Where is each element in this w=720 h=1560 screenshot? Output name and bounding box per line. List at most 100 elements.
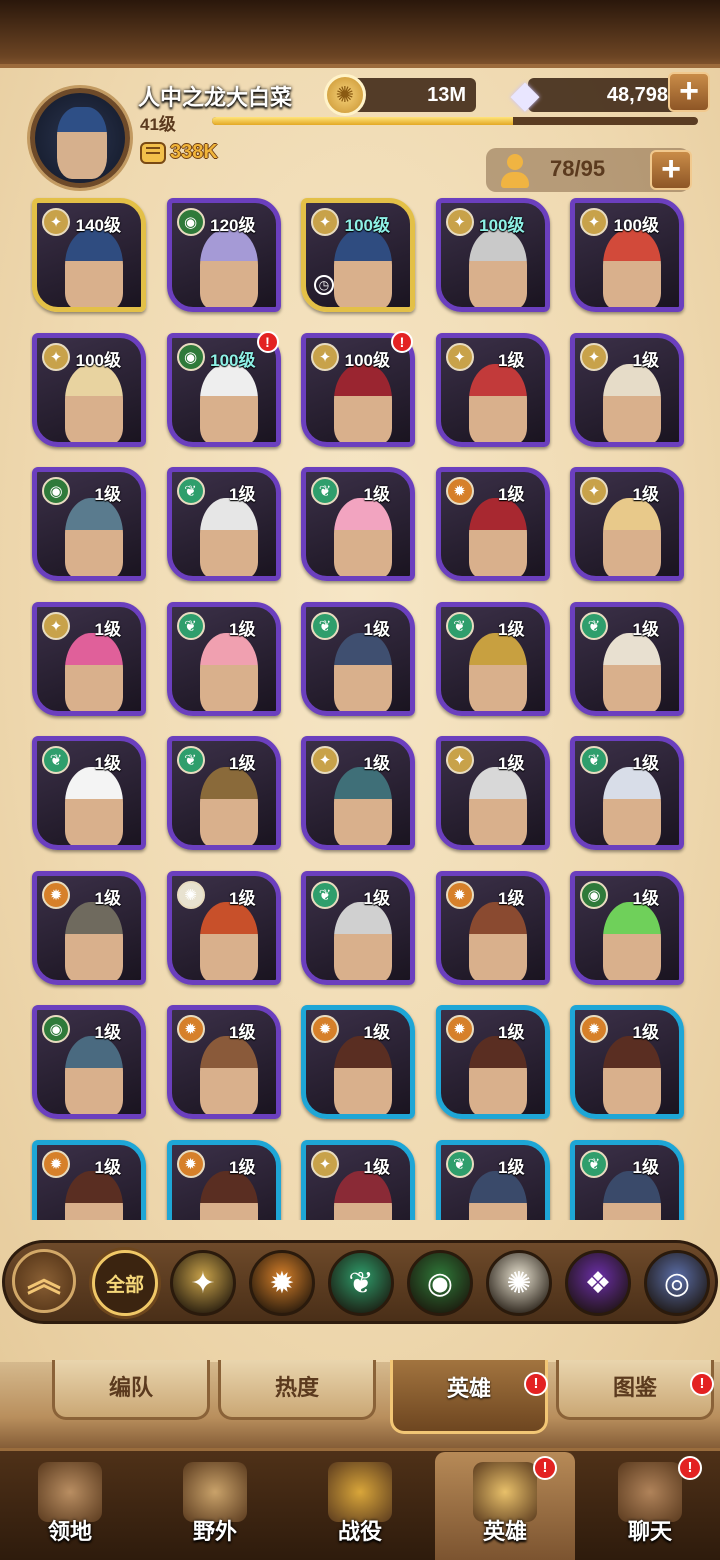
hero-card[interactable]: ✹ 1级: [299, 1003, 417, 1123]
hero-portrait-frame: ✦ 100级: [32, 332, 146, 447]
hero-level: 1级: [229, 1023, 256, 1042]
hero-card[interactable]: ✦ 1级: [30, 600, 148, 720]
hero-level: 1级: [363, 619, 390, 639]
hero-portrait-frame: ✦ 1级: [301, 1139, 415, 1220]
filter-mauler-icon[interactable]: ✹: [249, 1250, 315, 1316]
hero-grid[interactable]: ✦ 140级 ◉ 120级 ✦ 100级 ◷ ✦ 100级 ✦ 100级 ✦ 100级 ◉ 100级! ✦ 10…: [30, 196, 695, 1220]
hero-card[interactable]: ❦ 1级: [434, 600, 552, 720]
hero-card[interactable]: ❦ 1级: [434, 1138, 552, 1220]
nav-label: 英雄: [482, 1519, 527, 1544]
hero-card[interactable]: ❦ 1级: [165, 465, 283, 585]
hero-portrait: [199, 901, 258, 980]
add-gems-button[interactable]: +: [668, 72, 710, 112]
hero-card[interactable]: ✦ 100级!: [299, 330, 417, 451]
hero-portrait: [334, 901, 392, 980]
nav-item-0[interactable]: 领地: [0, 1452, 140, 1560]
wilder-faction-icon: ❦: [42, 746, 70, 774]
hero-portrait-frame: ❦ 1级: [301, 467, 415, 581]
nav-label: 聊天: [627, 1519, 672, 1544]
hero-card[interactable]: ✦ 100级: [568, 196, 686, 316]
hero-card[interactable]: ✦ 100级: [434, 196, 552, 316]
sword-shield-icon: [328, 1462, 392, 1522]
hero-level: 140级: [75, 216, 121, 235]
hero-card[interactable]: ❦ 1级: [299, 869, 417, 989]
hero-card[interactable]: ◉ 1级: [30, 465, 148, 585]
expand-roster-button[interactable]: +: [650, 150, 692, 190]
filter-lightbearer-icon[interactable]: ✦: [170, 1250, 236, 1316]
hero-card[interactable]: ❦ 1级: [568, 1138, 686, 1220]
hero-portrait: [603, 363, 661, 442]
hero-card[interactable]: ❦ 1级: [299, 465, 417, 585]
hero-portrait-frame: ✹ 1级: [435, 870, 550, 985]
filter-all-chip[interactable]: 全部: [92, 1250, 158, 1316]
hero-card[interactable]: ✹ 1级: [568, 1003, 686, 1123]
hero-portrait: [199, 229, 258, 307]
hero-level: 1级: [229, 619, 256, 639]
hero-card[interactable]: ◉ 120级: [165, 196, 283, 316]
hero-card[interactable]: ✹ 1级: [434, 1003, 552, 1123]
hero-card[interactable]: ❦ 1级: [568, 600, 686, 720]
hero-card[interactable]: ✺ 1级: [165, 869, 283, 989]
hero-card[interactable]: ✦ 140级: [30, 196, 148, 316]
lightbearer-faction-icon: ✦: [445, 342, 474, 371]
hero-card[interactable]: ✹ 1级: [165, 1138, 283, 1220]
power-display: 338K: [140, 141, 218, 164]
hero-card[interactable]: ✦ 1级: [568, 331, 686, 451]
filter-hypogean-icon[interactable]: ❖: [565, 1250, 631, 1316]
hero-card[interactable]: ✦ 1级: [434, 734, 552, 854]
castle-icon: [38, 1462, 102, 1522]
double-chevron-up-icon[interactable]: ︽: [12, 1249, 76, 1313]
hero-card[interactable]: ❦ 1级: [568, 734, 686, 854]
hero-card[interactable]: ✹ 1级: [434, 869, 552, 989]
filter-graveborn-icon[interactable]: ◉: [407, 1250, 473, 1316]
hero-card[interactable]: ◉ 1级: [30, 1003, 148, 1123]
helmet-icon: [473, 1462, 537, 1522]
filter-wilder-icon[interactable]: ❦: [328, 1250, 394, 1316]
subtab-1[interactable]: 热度: [218, 1360, 376, 1420]
mauler-faction-icon: ✹: [176, 1149, 205, 1178]
filter-celestial-icon[interactable]: ✺: [486, 1250, 552, 1316]
hero-portrait-frame: ✦ 1级: [435, 332, 550, 447]
hero-card[interactable]: ◉ 100级!: [165, 330, 283, 451]
xp-bar: [212, 117, 698, 125]
hero-card[interactable]: ✹ 1级: [30, 869, 148, 989]
filter-dimensional-icon[interactable]: ◎: [644, 1250, 710, 1316]
hero-level: 1级: [229, 754, 256, 773]
player-avatar[interactable]: [30, 88, 130, 188]
hero-portrait-frame: ✹ 1级: [435, 467, 550, 581]
hero-portrait: [65, 363, 123, 442]
subtab-3[interactable]: 图鉴: [556, 1360, 714, 1420]
hero-portrait-frame: ◉ 1级: [570, 870, 684, 985]
nav-item-3[interactable]: 英雄!: [435, 1452, 575, 1560]
wilder-faction-icon: ❦: [176, 611, 205, 640]
hero-card[interactable]: ✹ 1级: [434, 465, 552, 585]
hero-portrait: [603, 498, 661, 576]
hero-card[interactable]: ✦ 100级 ◷: [299, 196, 417, 316]
hero-card[interactable]: ❦ 1级: [165, 734, 283, 854]
subtab-0[interactable]: 编队: [52, 1360, 210, 1420]
nav-item-2[interactable]: 战役: [290, 1452, 430, 1560]
hero-portrait: [603, 632, 661, 711]
lightbearer-faction-icon: ✦: [445, 208, 474, 236]
hero-card[interactable]: ✦ 100级: [30, 331, 148, 451]
wilder-faction-icon: ❦: [311, 611, 339, 640]
hero-level: 1级: [363, 485, 390, 504]
hero-card[interactable]: ◉ 1级: [568, 869, 686, 989]
hero-card[interactable]: ❦ 1级: [30, 734, 148, 854]
hero-card[interactable]: ❦ 1级: [299, 600, 417, 720]
alert-badge: !: [391, 330, 413, 353]
nav-item-1[interactable]: 野外: [145, 1452, 285, 1560]
subtab-2[interactable]: 英雄: [390, 1360, 548, 1434]
hero-portrait-frame: ❦ 1级: [570, 736, 684, 850]
nav-item-4[interactable]: 聊天!: [580, 1452, 720, 1560]
hero-card[interactable]: ✹ 1级: [165, 1003, 283, 1123]
hero-card[interactable]: ✦ 1级: [434, 331, 552, 451]
hero-card[interactable]: ❦ 1级: [165, 600, 283, 720]
scroll-map-icon: [183, 1462, 247, 1522]
hero-portrait: [468, 767, 527, 845]
hero-card[interactable]: ✦ 1级: [299, 734, 417, 854]
hero-card[interactable]: ✹ 1级: [30, 1138, 148, 1220]
hero-card[interactable]: ✦ 1级: [299, 1138, 417, 1220]
hero-card[interactable]: ✦ 1级: [568, 465, 686, 585]
hero-portrait: [199, 498, 258, 576]
